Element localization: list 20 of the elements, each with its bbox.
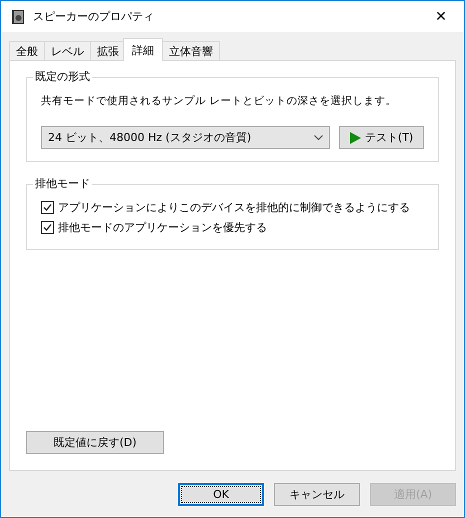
checkbox[interactable] <box>41 220 54 234</box>
restore-defaults-button[interactable]: 既定値に戻す(D) <box>26 431 164 454</box>
close-button[interactable]: ✕ <box>418 8 464 24</box>
group-title: 既定の形式 <box>33 70 92 84</box>
tab[interactable]: 詳細 <box>123 38 163 61</box>
tab[interactable]: 立体音響 <box>162 41 220 60</box>
dialog-button[interactable]: OK <box>178 483 264 506</box>
play-icon <box>350 132 361 144</box>
test-button[interactable]: テスト(T) <box>339 126 424 149</box>
chevron-down-icon <box>314 134 324 140</box>
checkbox-label[interactable]: アプリケーションによりこのデバイスを排他的に制御できるようにする <box>58 200 410 214</box>
checkbox[interactable] <box>41 200 54 214</box>
description-text: 共有モードで使用されるサンプル レートとビットの深さを選択します。 <box>41 94 398 108</box>
checkbox-label[interactable]: 排他モードのアプリケーションを優先する <box>58 220 267 234</box>
dialog-button[interactable]: キャンセル <box>274 483 360 506</box>
speaker-icon <box>11 8 25 24</box>
window-title: スピーカーのプロパティ <box>33 9 155 24</box>
format-dropdown[interactable]: 24 ビット、48000 Hz (スタジオの音質) <box>41 126 330 149</box>
tab[interactable]: 全般 <box>9 41 45 60</box>
group-title: 排他モード <box>33 177 92 191</box>
